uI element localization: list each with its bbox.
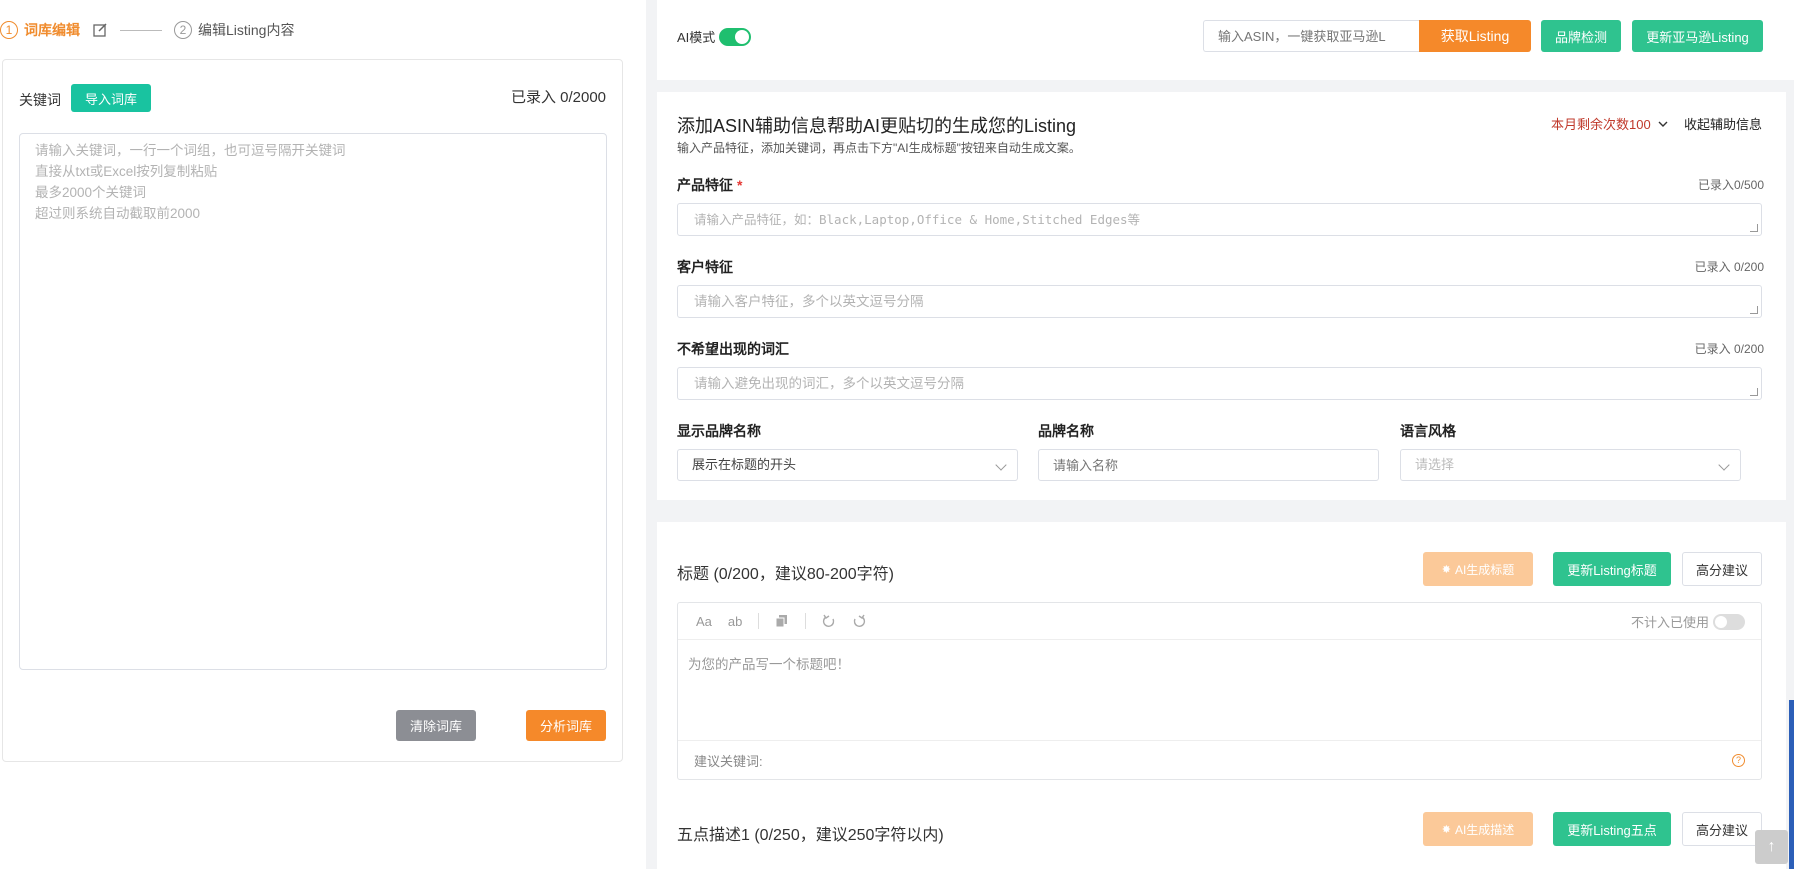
text-case-icon[interactable]: ab [728,614,742,629]
product-feature-label: 产品特征 * [677,175,742,195]
unwanted-words-input[interactable]: 请输入避免出现的词汇，多个以英文逗号分隔 [677,367,1762,400]
ai-generate-description-label: AI生成描述 [1454,822,1515,837]
show-brand-label: 显示品牌名称 [677,423,761,439]
resize-handle[interactable] [1750,388,1758,396]
unwanted-words-count: 已录入 0/200 [1694,342,1764,356]
step-connector [120,29,162,31]
sparkle-icon: ✸ [1441,563,1451,576]
title-placeholder: 为您的产品写一个标题吧！ [688,657,850,672]
fetch-listing-button[interactable]: 获取Listing [1419,20,1531,52]
ai-generate-description-button[interactable]: ✸ AI生成描述 [1423,812,1533,846]
brand-check-button[interactable]: 品牌检测 [1541,20,1621,52]
edit-icon[interactable] [92,22,108,38]
analyze-library-button[interactable]: 分析词库 [526,710,606,741]
language-style-label: 语言风格 [1400,423,1456,439]
chevron-down-icon [1718,459,1730,471]
suggested-keywords-bar: 建议关键词: ? [678,740,1761,779]
step-1-number: 1 [0,21,18,39]
customer-feature-count: 已录入 0/200 [1694,260,1764,274]
copy-icon[interactable] [775,614,789,628]
assist-title: 添加ASIN辅助信息帮助AI更贴切的生成您的Listing [677,116,1077,136]
listing-editor-card: 标题 (0/200，建议80-200字符) ✸ AI生成标题 更新Listing标… [657,522,1786,869]
keyword-count: 已录入 0/2000 [510,89,606,106]
import-library-button[interactable]: 导入词库 [71,84,151,112]
ai-generate-title-label: AI生成标题 [1454,562,1515,577]
ai-generate-title-button[interactable]: ✸ AI生成标题 [1423,552,1533,586]
page-edge-bar [1789,700,1794,869]
customer-feature-label: 客户特征 [677,259,733,275]
resize-handle[interactable] [1750,306,1758,314]
step-2-label[interactable]: 编辑Listing内容 [198,20,294,40]
bullet-high-score-button[interactable]: 高分建议 [1682,812,1762,846]
unwanted-words-placeholder: 请输入避免出现的词汇，多个以英文逗号分隔 [694,376,964,391]
redo-icon[interactable] [852,614,866,628]
remaining-count[interactable]: 本月剩余次数100 [1551,114,1669,133]
keyword-textarea[interactable]: 请输入关键词，一行一个词组，也可逗号隔开关键词 直接从txt或Excel按列复制… [19,133,607,670]
unwanted-words-label: 不希望出现的词汇 [677,341,789,357]
high-score-suggestion-button[interactable]: 高分建议 [1682,552,1762,586]
not-count-label: 不计入已使用 [1630,615,1709,630]
chevron-down-icon [1658,121,1668,127]
assist-info-card: 添加ASIN辅助信息帮助AI更贴切的生成您的Listing 输入产品特征，添加关… [657,92,1786,500]
collapse-assist-link[interactable]: 收起辅助信息 [1684,114,1762,133]
clear-library-button[interactable]: 清除词库 [396,710,476,741]
toolbar-divider [758,613,760,629]
suggested-keywords-label: 建议关键词: [694,753,763,769]
font-size-icon[interactable]: Aa [696,614,712,629]
brand-name-label: 品牌名称 [1038,423,1094,439]
not-count-toggle[interactable] [1713,613,1745,630]
keyword-library-pane: 1 词库编辑 2 编辑Listing内容 关键词 导入词库 已录入 0/2000… [0,0,646,869]
required-mark: * [737,177,743,193]
language-style-placeholder: 请选择 [1415,457,1455,472]
keyword-label: 关键词 [19,92,61,108]
top-toolbar: AI模式 获取Listing 品牌检测 更新亚马逊Listing [657,0,1794,80]
brand-name-input[interactable] [1038,449,1379,481]
undo-icon[interactable] [822,614,836,628]
toolbar-divider [805,613,807,629]
update-amazon-listing-button[interactable]: 更新亚马逊Listing [1632,20,1763,52]
title-input[interactable]: 为您的产品写一个标题吧！ [678,640,1761,740]
show-brand-value: 展示在标题的开头 [692,457,797,472]
customer-feature-input[interactable]: 请输入客户特征，多个以英文逗号分隔 [677,285,1762,318]
product-feature-count: 已录入0/500 [1697,178,1764,192]
ai-mode-label: AI模式 [677,30,716,45]
title-editor: Aa ab 不计入已使用 为您的产品写一个标题吧！ 建议关键词: ? [677,602,1762,780]
customer-feature-placeholder: 请输入客户特征，多个以英文逗号分隔 [694,294,924,309]
product-feature-label-text: 产品特征 [677,177,733,193]
step-indicator: 1 词库编辑 2 编辑Listing内容 [0,18,294,42]
show-brand-select[interactable]: 展示在标题的开头 [677,449,1018,481]
step-2-number: 2 [174,21,192,39]
assist-subtitle: 输入产品特征，添加关键词，再点击下方"AI生成标题"按钮来自动生成文案。 [677,141,1081,155]
chevron-down-icon [995,459,1007,471]
remaining-count-text: 本月剩余次数100 [1551,117,1651,132]
keyword-library-card: 关键词 导入词库 已录入 0/2000 请输入关键词，一行一个词组，也可逗号隔开… [2,59,623,762]
scroll-to-top-icon[interactable]: ↑ [1755,830,1788,864]
bullet-section-heading: 五点描述1 (0/250，建议250字符以内) [677,827,944,844]
product-feature-input[interactable]: 请输入产品特征，如：Black,Laptop,Office & Home,Sti… [677,203,1762,236]
resize-handle[interactable] [1750,224,1758,232]
title-section-heading: 标题 (0/200，建议80-200字符) [677,566,894,583]
help-icon[interactable]: ? [1732,753,1745,767]
product-feature-placeholder: 请输入产品特征，如：Black,Laptop,Office & Home,Sti… [694,212,1141,227]
ai-mode: AI模式 [677,27,752,46]
asin-input[interactable] [1203,20,1419,52]
editor-toolbar: Aa ab 不计入已使用 [678,603,1761,640]
not-count-toggle-group: 不计入已使用 [1631,612,1745,631]
language-style-select[interactable]: 请选择 [1400,449,1741,481]
ai-mode-toggle[interactable] [719,27,752,46]
update-listing-bullets-button[interactable]: 更新Listing五点 [1553,812,1671,846]
sparkle-icon: ✸ [1441,823,1451,836]
update-listing-title-button[interactable]: 更新Listing标题 [1553,552,1671,586]
step-1-label[interactable]: 词库编辑 [24,20,80,40]
